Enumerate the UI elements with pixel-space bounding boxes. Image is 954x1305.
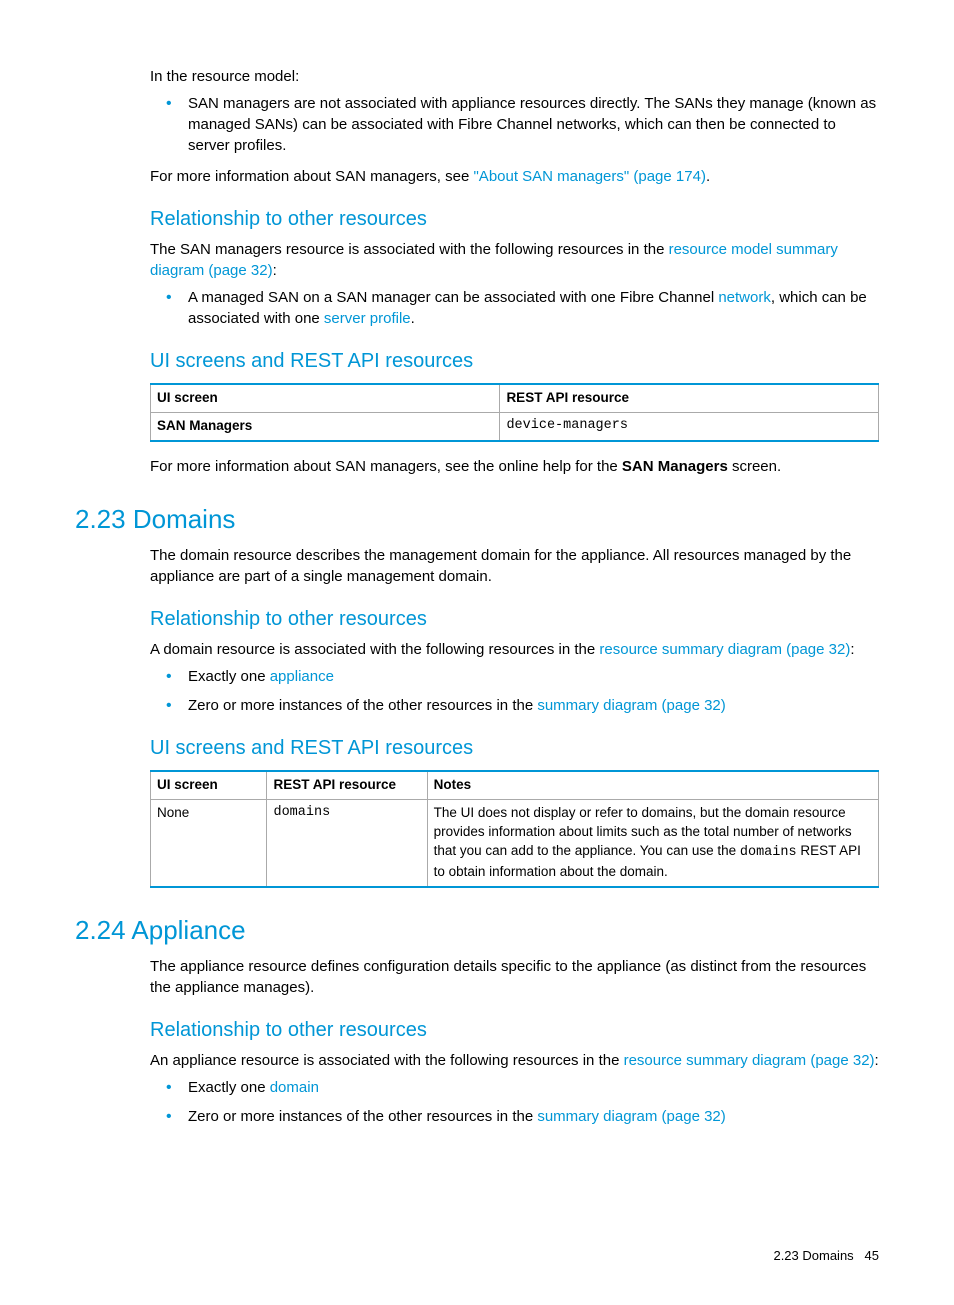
text: : [875,1052,879,1069]
network-link[interactable]: network [718,289,771,306]
text: : [273,262,277,279]
footer-page: 45 [865,1248,879,1263]
paragraph: A domain resource is associated with the… [150,639,879,660]
resource-summary-link[interactable]: resource summary diagram (page 32) [624,1052,875,1069]
col-rest-api: REST API resource [267,771,427,799]
mono-text: domains [740,845,797,860]
text: A managed SAN on a SAN manager can be as… [188,289,718,306]
list-item: SAN managers are not associated with app… [188,93,879,156]
text: Zero or more instances of the other reso… [188,697,537,714]
ui-rest-table: UI screen REST API resource SAN Managers… [150,383,879,442]
section-domains-heading: 2.23 Domains [75,501,879,537]
summary-diagram-link[interactable]: summary diagram (page 32) [537,697,725,714]
text: . [706,168,710,185]
text: Exactly one [188,668,270,685]
cell: The UI does not display or refer to doma… [427,800,878,887]
list-item: Zero or more instances of the other reso… [188,695,879,716]
ui-rest-heading: UI screens and REST API resources [150,734,879,762]
list-item: Exactly one appliance [188,666,879,687]
cell: None [151,800,267,887]
text: : [850,641,854,658]
paragraph: For more information about SAN managers,… [150,456,879,477]
text: For more information about SAN managers,… [150,168,473,185]
server-profile-link[interactable]: server profile [324,310,411,327]
paragraph: The domain resource describes the manage… [150,545,879,587]
text: Exactly one [188,1079,270,1096]
col-ui-screen: UI screen [151,771,267,799]
text: An appliance resource is associated with… [150,1052,624,1069]
relationship-heading: Relationship to other resources [150,1016,879,1044]
relationship-heading: Relationship to other resources [150,205,879,233]
table-row: None domains The UI does not display or … [151,800,879,887]
col-ui-screen: UI screen [151,384,500,412]
paragraph: For more information about SAN managers,… [150,166,879,187]
ui-rest-table-domains: UI screen REST API resource Notes None d… [150,770,879,887]
cell: device-managers [500,412,879,440]
bold-text: SAN Managers [622,458,728,475]
footer-section: 2.23 Domains [773,1248,853,1263]
domain-link[interactable]: domain [270,1079,319,1096]
section-appliance-heading: 2.24 Appliance [75,912,879,948]
page-footer: 2.23 Domains 45 [75,1247,879,1265]
paragraph: The SAN managers resource is associated … [150,239,879,281]
text: . [411,310,415,327]
table-row: SAN Managers device-managers [151,412,879,440]
resource-summary-link[interactable]: resource summary diagram (page 32) [599,641,850,658]
about-san-managers-link[interactable]: "About SAN managers" (page 174) [473,168,705,185]
col-notes: Notes [427,771,878,799]
summary-diagram-link[interactable]: summary diagram (page 32) [537,1108,725,1125]
text: screen. [728,458,781,475]
list-item: A managed SAN on a SAN manager can be as… [188,287,879,329]
col-rest-api: REST API resource [500,384,879,412]
text: Zero or more instances of the other reso… [188,1108,537,1125]
list-item: Exactly one domain [188,1077,879,1098]
text: The SAN managers resource is associated … [150,241,669,258]
relationship-heading: Relationship to other resources [150,605,879,633]
intro-text: In the resource model: [150,66,879,87]
appliance-link[interactable]: appliance [270,668,334,685]
text: For more information about SAN managers,… [150,458,622,475]
paragraph: The appliance resource defines configura… [150,956,879,998]
text: A domain resource is associated with the… [150,641,599,658]
cell: SAN Managers [157,418,252,433]
cell: domains [267,800,427,887]
list-item: Zero or more instances of the other reso… [188,1106,879,1127]
ui-rest-heading: UI screens and REST API resources [150,347,879,375]
paragraph: An appliance resource is associated with… [150,1050,879,1071]
